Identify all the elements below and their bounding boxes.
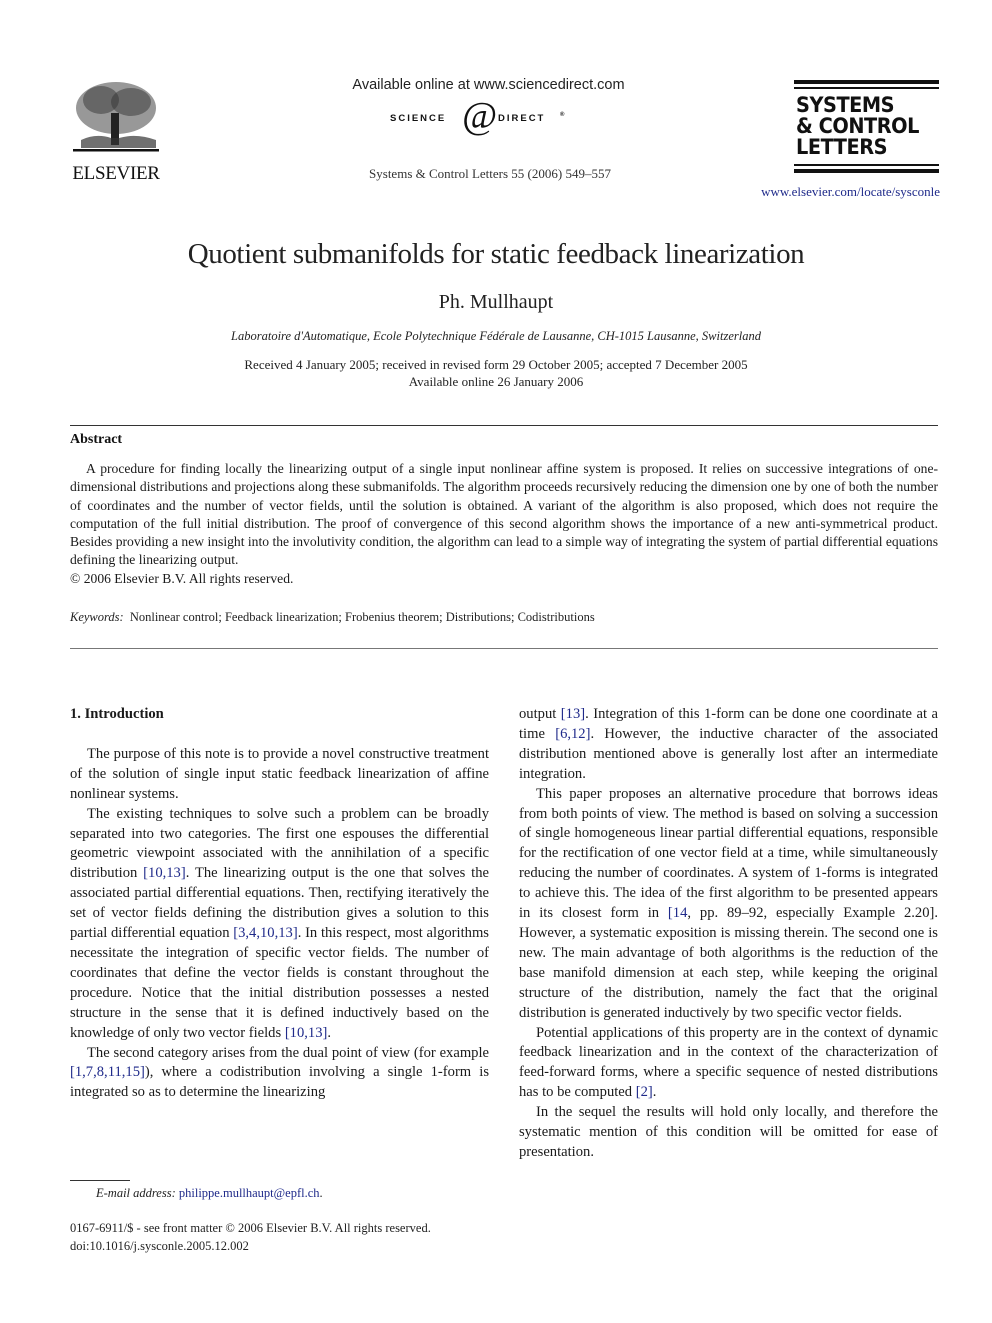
available-online-date: Available online 26 January 2006 — [408, 374, 584, 389]
citation-link[interactable]: [2] — [636, 1084, 653, 1100]
intro-paragraph-1: The purpose of this note is to provide a… — [70, 745, 489, 802]
intro-paragraph-2: The existing techniques to solve such a … — [70, 805, 489, 1044]
registered-mark: ® — [560, 112, 567, 118]
doi-line[interactable]: doi:10.1016/j.sysconle.2005.12.002 — [70, 1237, 431, 1255]
sciencedirect-right-word: DIRECT — [498, 113, 546, 124]
journal-logo: SYSTEMS & CONTROL LETTERS — [794, 80, 939, 173]
text-run: . — [652, 1084, 657, 1101]
citation-link[interactable]: [14 — [668, 905, 687, 921]
issn-copyright-line: 0167-6911/$ - see front matter © 2006 El… — [70, 1221, 431, 1235]
abstract-text: A procedure for finding locally the line… — [70, 461, 938, 568]
sciencedirect-at-icon: @ — [462, 95, 497, 137]
citation-link[interactable]: [13] — [561, 706, 585, 722]
keywords: Keywords: Nonlinear control; Feedback li… — [70, 610, 595, 625]
body-column-left: 1. Introduction The purpose of this note… — [70, 705, 489, 1104]
text-run: . — [319, 1186, 323, 1200]
journal-reference-text: Systems & Control Letters 55 (2006) 549–… — [369, 166, 611, 181]
text-run: This paper proposes an alternative proce… — [519, 785, 938, 922]
article-dates: Received 4 January 2005; received in rev… — [0, 356, 992, 390]
intro-paragraph-4: This paper proposes an alternative proce… — [519, 785, 938, 1024]
intro-paragraph-6: In the sequel the results will hold only… — [519, 1104, 938, 1160]
sciencedirect-logo[interactable]: SCIENCE @ DIRECT ® — [390, 95, 600, 138]
text-run: . — [327, 1024, 332, 1041]
journal-logo-bottom-rule — [794, 169, 939, 173]
journal-logo-line-3: LETTERS — [796, 135, 888, 159]
text-run: . In this respect, most algorithms neces… — [70, 925, 489, 1041]
keywords-label: Keywords: — [70, 610, 124, 624]
keywords-bottom-rule — [70, 648, 938, 649]
text-run: The second category arises from the dual… — [87, 1044, 489, 1061]
journal-logo-top-rule-thin — [794, 87, 939, 89]
text-run: , pp. 89–92, especially Example 2.20]. H… — [519, 905, 939, 1021]
email-label: E-mail address: — [96, 1186, 176, 1200]
abstract-copyright: © 2006 Elsevier B.V. All rights reserved… — [70, 570, 294, 586]
citation-link[interactable]: [1,7,8,11,15] — [70, 1064, 145, 1080]
journal-url-link[interactable]: www.elsevier.com/locate/sysconle — [740, 184, 940, 200]
abstract-heading: Abstract — [70, 432, 123, 447]
abstract-body: A procedure for finding locally the line… — [70, 460, 938, 588]
front-matter: 0167-6911/$ - see front matter © 2006 El… — [70, 1219, 431, 1255]
abstract-top-rule — [70, 425, 938, 426]
sciencedirect-left-word: SCIENCE — [390, 113, 447, 124]
journal-logo-line-2: & CONTROL — [796, 114, 920, 138]
footnote-email: E-mail address: philippe.mullhaupt@epfl.… — [96, 1186, 323, 1201]
body-column-right: output [13]. Integration of this 1-form … — [519, 705, 938, 1163]
article-title: Quotient submanifolds for static feedbac… — [187, 238, 805, 270]
citation-link[interactable]: [10,13] — [285, 1025, 328, 1041]
footnote-rule — [70, 1180, 130, 1181]
email-link[interactable]: philippe.mullhaupt@epfl.ch — [179, 1186, 320, 1200]
received-dates: Received 4 January 2005; received in rev… — [244, 357, 748, 372]
intro-paragraph-3-continued: output [13]. Integration of this 1-form … — [519, 705, 938, 785]
citation-link[interactable]: [3,4,10,13] — [233, 925, 297, 941]
author-affiliation: Laboratoire d'Automatique, Ecole Polytec… — [231, 329, 761, 343]
journal-logo-top-rule — [794, 80, 939, 84]
section-heading-introduction: 1. Introduction — [70, 706, 164, 722]
keywords-list: Nonlinear control; Feedback linearizatio… — [129, 610, 595, 624]
article-author: Ph. Mullhaupt — [438, 291, 554, 313]
intro-paragraph-5: Potential applications of this property … — [519, 1024, 938, 1104]
citation-link[interactable]: [6,12] — [555, 726, 590, 742]
intro-paragraph-3-start: The second category arises from the dual… — [70, 1044, 489, 1104]
citation-link[interactable]: [10,13] — [143, 865, 186, 881]
text-run: output — [519, 706, 561, 722]
available-online-text[interactable]: Available online at www.sciencedirect.co… — [352, 77, 624, 93]
text-run: Potential applications of this property … — [519, 1024, 938, 1101]
journal-logo-line-1: SYSTEMS — [796, 93, 895, 117]
journal-logo-bottom-rule-thin — [794, 164, 939, 166]
journal-logo-text: SYSTEMS & CONTROL LETTERS — [796, 95, 919, 158]
